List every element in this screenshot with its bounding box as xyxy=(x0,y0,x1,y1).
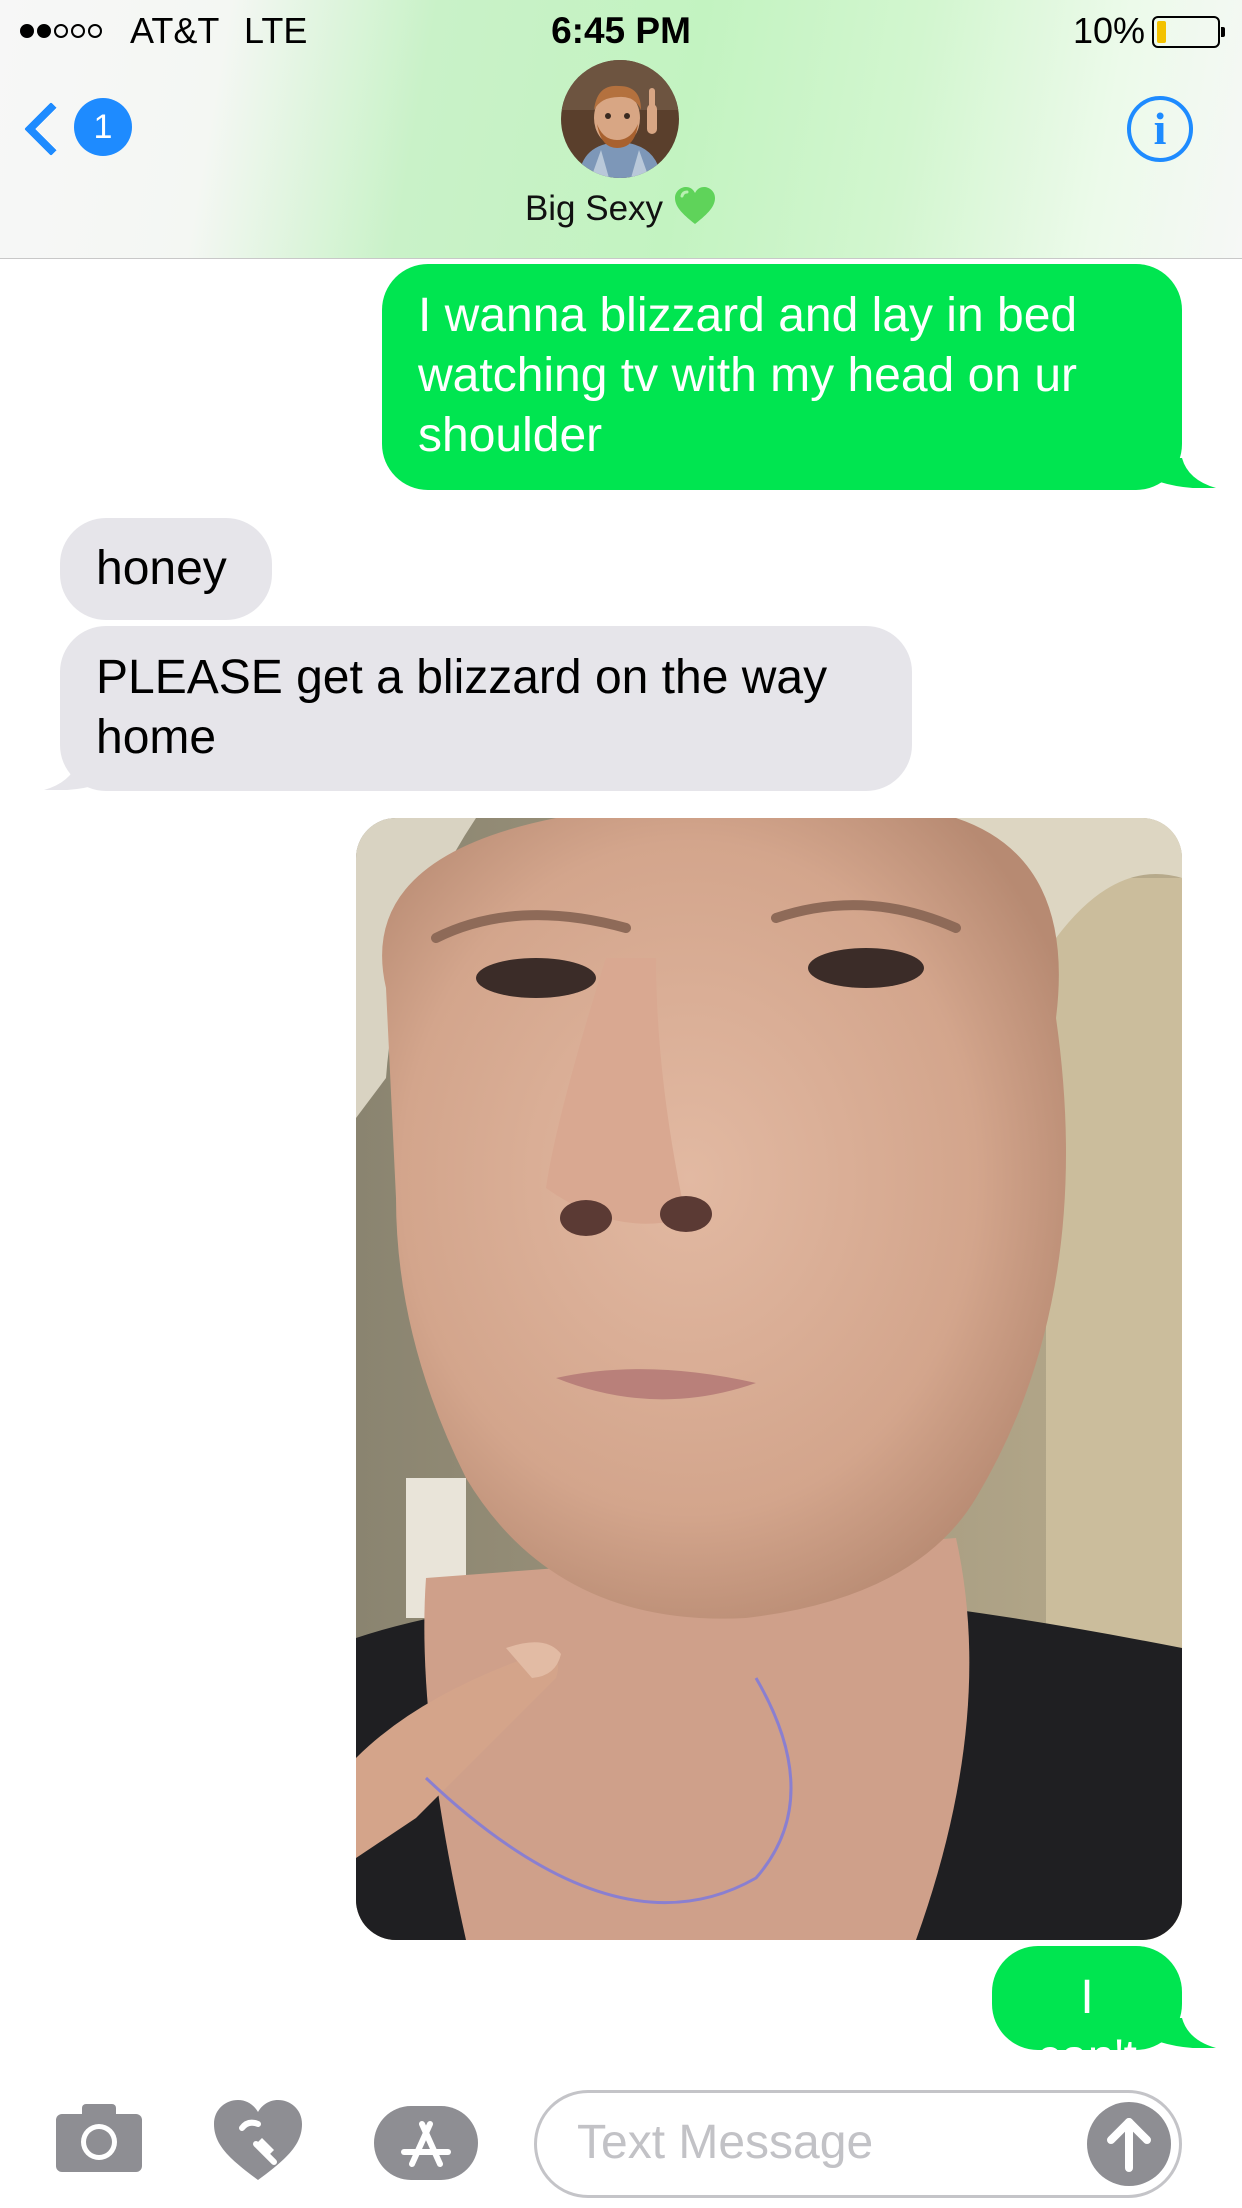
digital-touch-button[interactable] xyxy=(212,2098,304,2184)
message-bubble-incoming[interactable]: honey xyxy=(60,518,272,620)
heart-touch-icon xyxy=(214,2100,302,2180)
photo-attachment[interactable] xyxy=(356,818,1182,1940)
send-button[interactable] xyxy=(1087,2102,1171,2186)
battery-icon xyxy=(1152,16,1225,48)
bubble-tail xyxy=(1156,458,1216,488)
contact-name-text: Big Sexy xyxy=(524,189,664,228)
message-bubble-outgoing[interactable]: I can't xyxy=(992,1946,1182,2084)
battery-percent: 10% xyxy=(1073,10,1146,51)
message-input-placeholder: Text Message xyxy=(577,2116,874,2169)
green-heart-icon xyxy=(673,186,717,235)
conversation-header: AT&T LTE 6:45 PM 10% 1 Big Sexy i xyxy=(0,0,1242,259)
camera-button[interactable] xyxy=(56,2102,142,2172)
message-bubble-outgoing[interactable]: I wanna blizzard and lay in bed watching… xyxy=(382,264,1182,490)
app-store-icon xyxy=(374,2106,478,2180)
unread-badge: 1 xyxy=(74,98,132,156)
message-bubble-incoming[interactable]: PLEASE get a blizzard on the way home xyxy=(60,626,912,791)
apps-button[interactable] xyxy=(374,2106,478,2180)
info-button[interactable]: i xyxy=(1127,96,1193,162)
message-input[interactable]: Text Message xyxy=(534,2090,1182,2198)
bubble-tail xyxy=(1156,2018,1216,2048)
bubble-tail xyxy=(44,760,104,790)
contact-avatar[interactable] xyxy=(561,60,679,178)
back-button[interactable]: 1 xyxy=(24,96,140,160)
status-bar: AT&T LTE 6:45 PM 10% xyxy=(0,0,1242,60)
arrow-up-icon xyxy=(1107,2118,1151,2172)
camera-icon xyxy=(56,2104,142,2172)
status-time: 6:45 PM xyxy=(551,10,691,51)
chevron-left-icon xyxy=(24,102,78,156)
contact-name[interactable]: Big Sexy xyxy=(0,186,1242,235)
